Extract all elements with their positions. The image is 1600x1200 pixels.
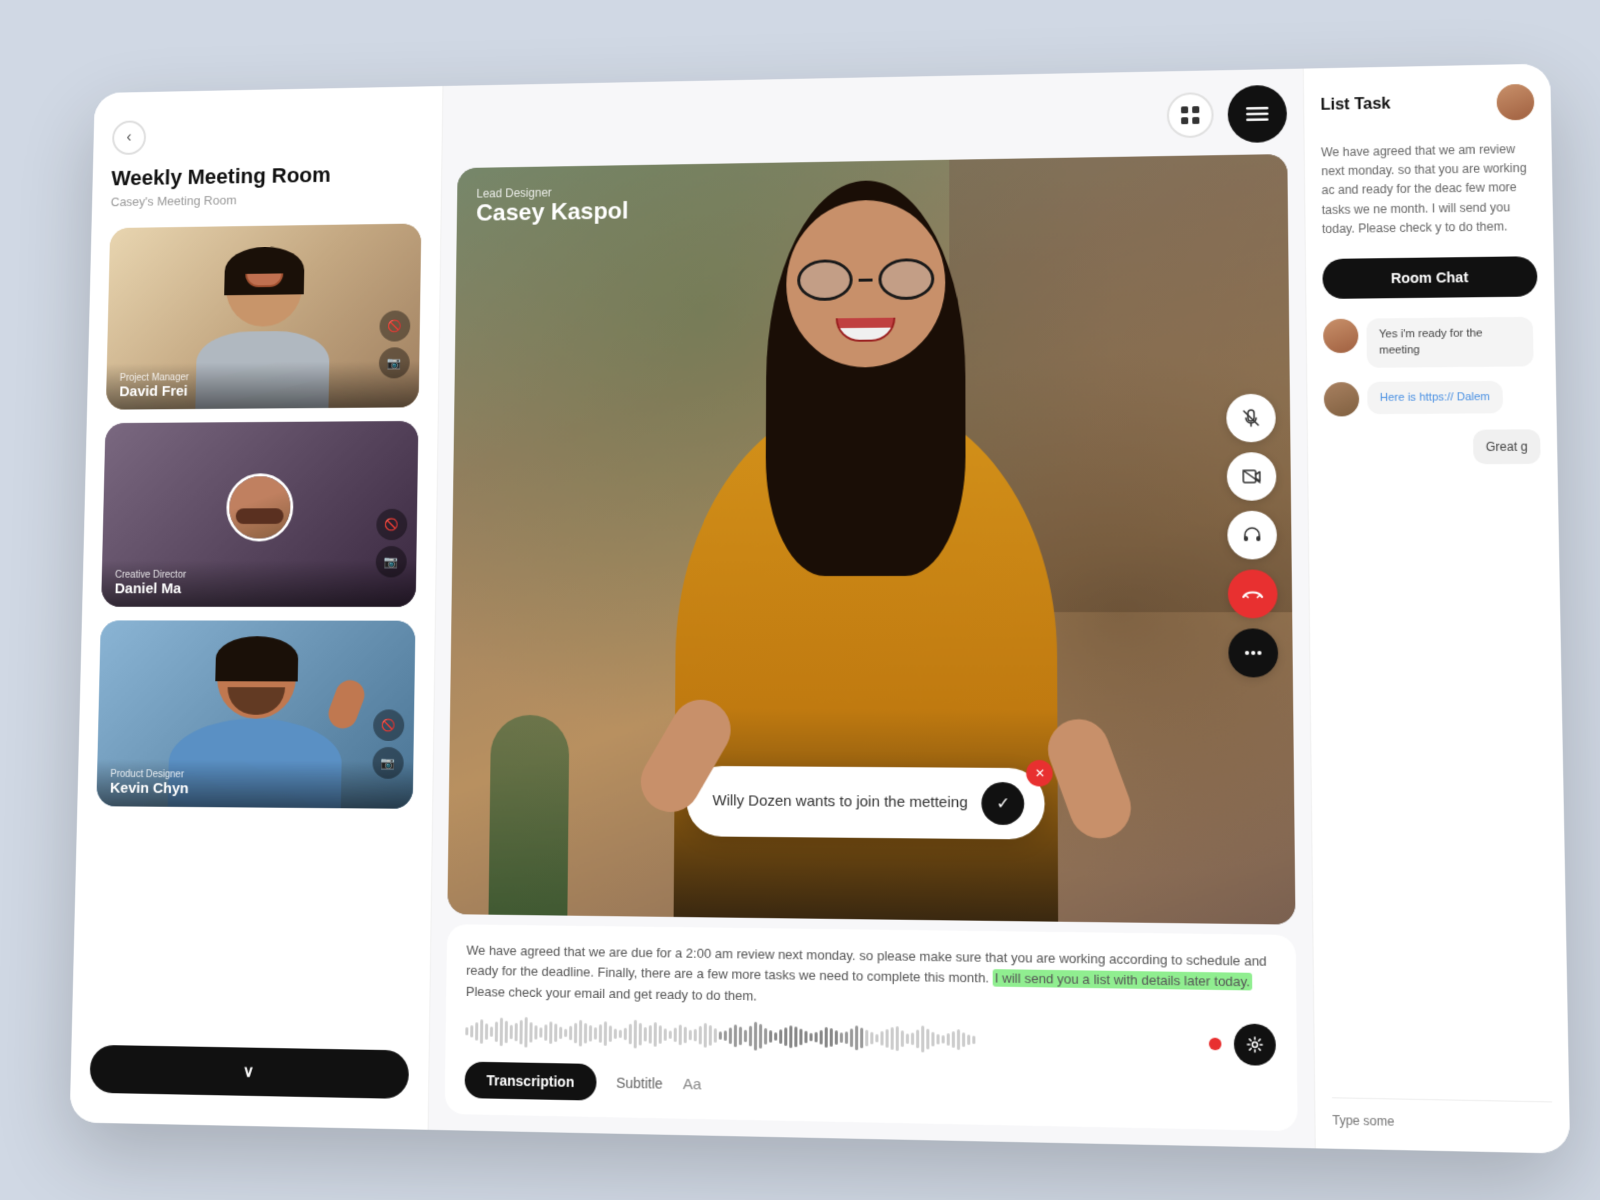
- show-more-button[interactable]: ∨: [89, 1045, 409, 1099]
- daniel-camera-btn[interactable]: 📷: [376, 546, 407, 577]
- video-label: Lead Designer Casey Kaspol: [476, 185, 629, 228]
- room-title: Weekly Meeting Room: [111, 161, 422, 191]
- chat-input[interactable]: [1332, 1113, 1552, 1132]
- chat-message-1: Yes i'm ready for the meeting: [1323, 317, 1539, 368]
- headset-button[interactable]: [1227, 511, 1277, 560]
- david-name: David Frei: [119, 381, 405, 400]
- david-controls: 🚫 📷: [379, 310, 411, 378]
- left-panel: ‹ Weekly Meeting Room Casey's Meeting Ro…: [70, 86, 444, 1130]
- video-role: Lead Designer: [476, 185, 628, 201]
- recording-indicator: [1209, 1038, 1222, 1051]
- right-header: List Task: [1320, 84, 1534, 124]
- transcript-area: We have agreed that we are due for a 2:0…: [445, 924, 1298, 1131]
- daniel-overlay: Creative Director Daniel Ma: [101, 560, 416, 607]
- user-avatar: [1496, 84, 1534, 121]
- room-chat-button[interactable]: Room Chat: [1322, 256, 1537, 299]
- chat-bubble-1: Yes i'm ready for the meeting: [1366, 317, 1533, 368]
- audio-bar-row: [465, 1011, 1276, 1066]
- main-area: Lead Designer Casey Kaspol: [429, 69, 1315, 1149]
- font-size-button[interactable]: Aa: [683, 1075, 702, 1093]
- subtitle-tab[interactable]: Subtitle: [616, 1075, 663, 1092]
- david-mute-btn[interactable]: 🚫: [379, 310, 410, 341]
- tab-row: Transcription Subtitle Aa: [464, 1062, 1276, 1114]
- audio-settings-button[interactable]: [1234, 1023, 1276, 1065]
- transcript-after: Please check your email and get ready to…: [466, 984, 757, 1004]
- join-notification: Willy Dozen wants to join the metteing ✓…: [686, 765, 1045, 839]
- participant-list: Project Manager David Frei 🚫 📷: [91, 223, 421, 1038]
- join-text: Willy Dozen wants to join the metteing: [712, 792, 967, 811]
- kevin-name: Kevin Chyn: [110, 780, 400, 799]
- video-name: Casey Kaspol: [476, 198, 629, 227]
- david-camera-btn[interactable]: 📷: [379, 347, 410, 378]
- main-video: Lead Designer Casey Kaspol: [447, 154, 1295, 924]
- chat-bubble-2: Here is https:// Dalem: [1367, 381, 1503, 415]
- transcription-tab[interactable]: Transcription: [464, 1062, 596, 1101]
- david-overlay: Project Manager David Frei: [106, 361, 420, 410]
- audio-waveform: [465, 1016, 1196, 1059]
- hangup-button[interactable]: [1228, 569, 1278, 618]
- chat-input-row: [1332, 1097, 1553, 1132]
- camera-off-button[interactable]: [1227, 452, 1277, 501]
- more-options-button[interactable]: [1228, 628, 1278, 677]
- chat-message-3: Great g: [1324, 429, 1540, 465]
- chat-messages: Yes i'm ready for the meeting Here is ht…: [1323, 317, 1552, 1102]
- join-accept-button[interactable]: ✓: [982, 782, 1025, 825]
- participant-card-david[interactable]: Project Manager David Frei 🚫 📷: [106, 223, 422, 409]
- grid-view-button[interactable]: [1167, 92, 1214, 138]
- participant-card-daniel[interactable]: Creative Director Daniel Ma 🚫 📷: [101, 421, 418, 607]
- back-button[interactable]: ‹: [112, 120, 146, 155]
- top-bar: [458, 85, 1287, 157]
- daniel-mute-btn[interactable]: 🚫: [376, 509, 407, 540]
- transcript-highlighted: I will send you a list with details late…: [993, 970, 1252, 991]
- mute-button[interactable]: [1226, 394, 1276, 443]
- participant-card-kevin[interactable]: Product Designer Kevin Chyn 🚫 📷: [96, 620, 415, 808]
- menu-button[interactable]: [1228, 85, 1288, 143]
- side-controls: [1226, 394, 1278, 678]
- kevin-overlay: Product Designer Kevin Chyn: [96, 759, 413, 809]
- chat-avatar-2: [1324, 382, 1360, 417]
- daniel-name: Daniel Ma: [115, 580, 403, 597]
- task-text: We have agreed that we am review next mo…: [1321, 140, 1537, 239]
- chat-avatar-1: [1323, 319, 1359, 353]
- kevin-mute-btn[interactable]: 🚫: [373, 709, 405, 741]
- right-panel: List Task We have agreed that we am revi…: [1303, 64, 1570, 1154]
- kevin-camera-btn[interactable]: 📷: [372, 747, 404, 779]
- kevin-controls: 🚫 📷: [372, 709, 404, 779]
- daniel-role: Creative Director: [115, 570, 403, 581]
- room-subtitle: Casey's Meeting Room: [111, 190, 422, 209]
- daniel-controls: 🚫 📷: [376, 509, 408, 578]
- chat-message-2: Here is https:// Dalem: [1324, 380, 1540, 416]
- list-task-title: List Task: [1320, 96, 1390, 115]
- transcript-text: We have agreed that we are due for a 2:0…: [466, 940, 1276, 1016]
- chat-bubble-3: Great g: [1473, 429, 1541, 464]
